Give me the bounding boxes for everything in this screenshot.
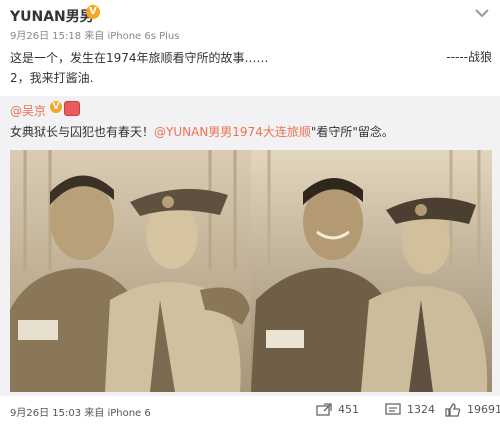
repost-card[interactable]: @吴京 V 女典狱长与囚犯也有春天！@YUNAN男男1974大连旅顺"看守所"留… [0, 96, 500, 396]
like-action[interactable]: 19691 [445, 402, 500, 418]
weibo-post: YUNAN男男 V 9月26日 15:18 来自 iPhone 6s Plus … [0, 0, 500, 425]
repost-text-suffix: "看守所"留念。 [310, 125, 394, 139]
repost-author-link[interactable]: @吴京 [10, 102, 46, 119]
like-count: 19691 [467, 403, 500, 416]
repost-count: 451 [338, 403, 359, 416]
thumbs-up-icon [445, 403, 461, 417]
photo-right-couple[interactable] [251, 150, 492, 392]
post-meta: 9月26日 15:18 来自 iPhone 6s Plus [10, 31, 180, 42]
post-text: 这是一个，发生在1974年旅顺看守所的故事…… 2，我来打酱油. [10, 51, 269, 85]
repost-text-prefix: 女典狱长与囚犯也有春天！ [10, 125, 155, 139]
repost-text: 女典狱长与囚犯也有春天！@YUNAN男男1974大连旅顺"看守所"留念。 [10, 123, 394, 140]
verified-badge-icon: V [50, 101, 62, 113]
photo-left-couple[interactable] [10, 150, 251, 392]
post-signature: -----战狼 [446, 50, 492, 64]
comment-icon [385, 403, 401, 415]
repost-footer-time: 9月26日 15:03 来自 iPhone 6 [10, 408, 151, 419]
repost-icon [316, 403, 332, 416]
comment-action[interactable]: 1324 [385, 402, 440, 418]
mention-link[interactable]: @YUNAN男男1974大连旅顺 [154, 125, 311, 139]
verified-badge-icon: V [86, 5, 100, 19]
chevron-down-icon[interactable] [472, 6, 492, 22]
repost-action[interactable]: 451 [316, 402, 376, 418]
comment-count: 1324 [407, 403, 435, 416]
post-author-name[interactable]: YUNAN男男 [10, 6, 94, 26]
emoji-icon [64, 101, 80, 116]
